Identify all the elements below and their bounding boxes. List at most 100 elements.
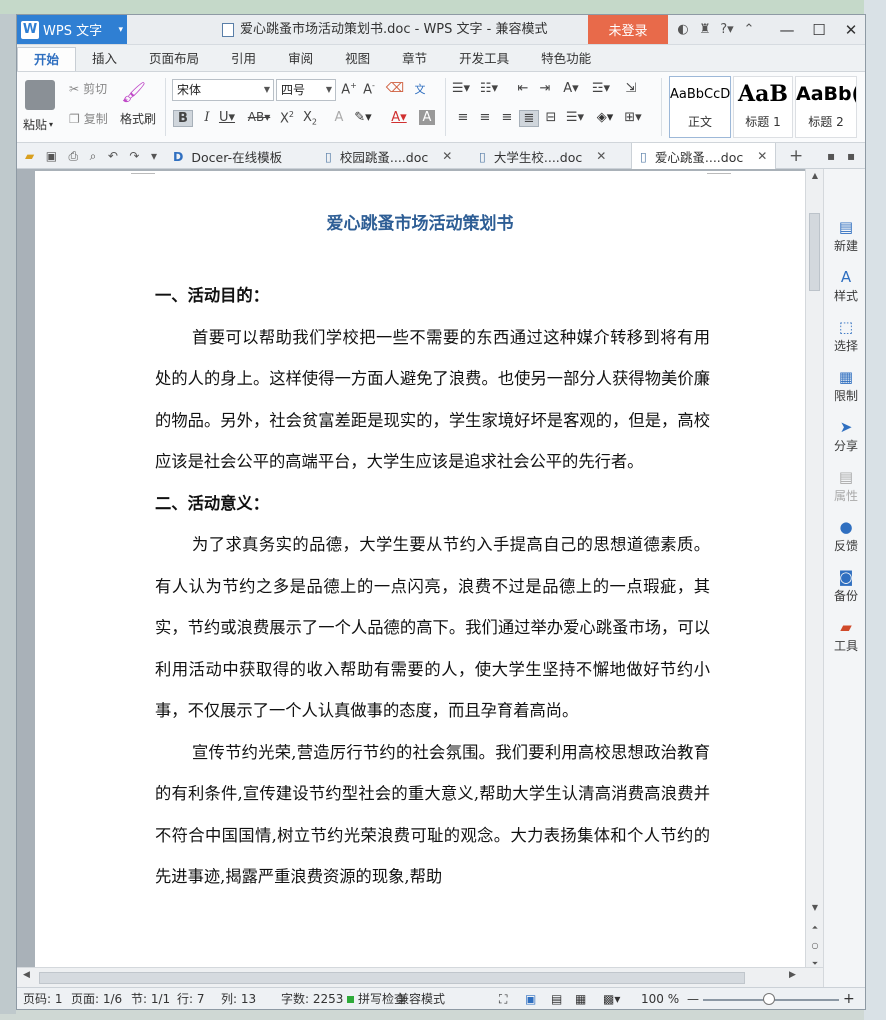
print-icon[interactable]: ⎙ bbox=[69, 149, 79, 164]
zoom-slider-knob[interactable] bbox=[763, 993, 775, 1005]
page-view-icon[interactable]: ▣ bbox=[525, 988, 536, 1009]
side-styles[interactable]: A 样式 bbox=[824, 267, 865, 304]
shading-icon[interactable]: ◈▾ bbox=[595, 110, 615, 125]
justify-icon[interactable]: ≣ bbox=[519, 110, 539, 127]
maximize-icon[interactable]: ☐ bbox=[803, 15, 835, 44]
scroll-thumb[interactable] bbox=[809, 213, 820, 291]
tab-home[interactable]: 开始 bbox=[17, 47, 77, 71]
tab-insert[interactable]: 插入 bbox=[76, 47, 133, 71]
increase-indent-icon[interactable]: ⇥ bbox=[535, 81, 555, 96]
doc-tab-3[interactable]: ▯ 大学生校....doc ✕ bbox=[479, 143, 606, 169]
grow-font-icon[interactable]: A+ bbox=[339, 81, 359, 97]
copy-button[interactable]: ❐ 复制 bbox=[69, 110, 108, 127]
font-name-select[interactable]: 宋体 ▼ bbox=[172, 79, 274, 101]
align-center-icon[interactable]: ≡ bbox=[475, 110, 495, 125]
underline-icon[interactable]: U▾ bbox=[217, 110, 237, 125]
doc-tab-2[interactable]: ▯ 校园跳蚤....doc ✕ bbox=[325, 143, 452, 169]
format-painter-button[interactable]: 格式刷 bbox=[120, 110, 156, 127]
decrease-indent-icon[interactable]: ⇤ bbox=[513, 81, 533, 96]
clear-format-icon[interactable]: ⌫ bbox=[385, 81, 405, 96]
side-restrict[interactable]: ▦ 限制 bbox=[824, 367, 865, 404]
style-heading-1[interactable]: AaB 标题 1 bbox=[733, 76, 793, 138]
side-tools[interactable]: ▰ 工具 bbox=[824, 617, 865, 654]
side-feedback[interactable]: ● 反馈 bbox=[824, 517, 865, 554]
tab-page-layout[interactable]: 页面布局 bbox=[133, 47, 215, 71]
zoom-level[interactable]: 100 % bbox=[641, 988, 679, 1009]
horizontal-scrollbar[interactable]: ◀ ▶ bbox=[17, 967, 823, 987]
web-view-icon[interactable]: ▦ bbox=[575, 988, 586, 1009]
style-normal[interactable]: AaBbCcD 正文 bbox=[669, 76, 731, 138]
new-tab-icon[interactable]: + bbox=[789, 143, 803, 169]
strikethrough-icon[interactable]: AB▾ bbox=[245, 110, 273, 124]
zoom-out-icon[interactable]: — bbox=[687, 988, 699, 1009]
outline-view-icon[interactable]: ▤ bbox=[551, 988, 562, 1009]
tab-references[interactable]: 引用 bbox=[215, 47, 272, 71]
scroll-down-icon[interactable]: ▼ bbox=[806, 903, 824, 912]
more-icon[interactable]: ▾ bbox=[151, 149, 157, 163]
cut-button[interactable]: ✂ 剪切 bbox=[69, 80, 107, 97]
italic-icon[interactable]: I bbox=[197, 110, 217, 125]
collapse-ribbon-icon[interactable]: ⌃ bbox=[738, 22, 760, 37]
tab-section[interactable]: 章节 bbox=[386, 47, 443, 71]
print-preview-icon[interactable]: ⌕ bbox=[90, 149, 97, 164]
tab-special[interactable]: 特色功能 bbox=[525, 47, 607, 71]
save-icon[interactable]: ▣ bbox=[46, 149, 57, 163]
tab-review[interactable]: 审阅 bbox=[272, 47, 329, 71]
open-icon[interactable]: ▰ bbox=[25, 149, 34, 163]
vertical-scrollbar[interactable]: ▲ ▼ ⏶ ○ ⏷ bbox=[805, 169, 823, 987]
bullet-list-icon[interactable]: ☰▾ bbox=[451, 81, 471, 96]
line-spacing-icon[interactable]: ☰▾ bbox=[565, 110, 585, 125]
login-button[interactable]: 未登录 bbox=[588, 15, 668, 44]
close-icon[interactable]: ✕ bbox=[442, 149, 452, 163]
doc-tab-active[interactable]: ▯ 爱心跳蚤....doc ✕ bbox=[631, 143, 777, 169]
font-color-icon[interactable]: A▾ bbox=[389, 110, 409, 125]
side-share[interactable]: ➤ 分享 bbox=[824, 417, 865, 454]
change-case-icon[interactable]: A▾ bbox=[561, 81, 581, 96]
close-icon[interactable]: ✕ bbox=[596, 149, 606, 163]
tab-view[interactable]: 视图 bbox=[329, 47, 386, 71]
bold-icon[interactable]: B bbox=[173, 110, 193, 127]
close-icon[interactable]: ✕ bbox=[757, 149, 767, 163]
text-effect-icon[interactable]: A bbox=[329, 110, 349, 125]
tab-menu-icon[interactable]: ▪ bbox=[847, 143, 855, 169]
align-right-icon[interactable]: ≡ bbox=[497, 110, 517, 125]
style-heading-2[interactable]: AaBb( 标题 2 bbox=[795, 76, 857, 138]
wps-menu-button[interactable]: W WPS 文字 ▾ bbox=[17, 15, 127, 44]
full-screen-icon[interactable]: ⛶ bbox=[499, 988, 507, 1009]
side-properties[interactable]: ▤ 属性 bbox=[824, 467, 865, 504]
shirt-icon[interactable]: ♜ bbox=[694, 22, 716, 37]
status-page-code[interactable]: 页码: 1 bbox=[23, 988, 63, 1009]
scroll-right-icon[interactable]: ▶ bbox=[789, 970, 796, 980]
select-browse-icon[interactable]: ○ bbox=[806, 941, 824, 950]
numbered-list-icon[interactable]: ☷▾ bbox=[479, 81, 499, 96]
borders-icon[interactable]: ⊞▾ bbox=[623, 110, 643, 125]
pinyin-icon[interactable]: 文 bbox=[410, 81, 430, 97]
doc-tab-docer[interactable]: D Docer-在线模板 bbox=[167, 143, 282, 169]
sort-icon[interactable]: ☲▾ bbox=[591, 81, 611, 96]
highlight-icon[interactable]: ✎▾ bbox=[353, 110, 373, 125]
scroll-thumb[interactable] bbox=[39, 972, 745, 984]
superscript-icon[interactable]: X2 bbox=[277, 110, 297, 126]
status-pages[interactable]: 页面: 1/6 bbox=[71, 988, 122, 1009]
align-left-icon[interactable]: ≡ bbox=[453, 110, 473, 125]
tab-developer[interactable]: 开发工具 bbox=[443, 47, 525, 71]
undo-icon[interactable]: ↶ bbox=[108, 149, 118, 163]
paste-button[interactable]: 粘贴 ▾ bbox=[23, 116, 53, 133]
close-icon[interactable]: ✕ bbox=[835, 15, 865, 44]
redo-icon[interactable]: ↷ bbox=[129, 149, 139, 163]
distribute-icon[interactable]: ⊟ bbox=[541, 110, 561, 125]
side-select[interactable]: ⬚ 选择 bbox=[824, 317, 865, 354]
subscript-icon[interactable]: X2 bbox=[300, 110, 320, 127]
zoom-in-icon[interactable]: + bbox=[843, 988, 855, 1009]
scroll-up-icon[interactable]: ▲ bbox=[806, 171, 824, 180]
font-size-select[interactable]: 四号 ▼ bbox=[276, 79, 336, 101]
tab-list-icon[interactable]: ▪ bbox=[827, 143, 835, 169]
skin-icon[interactable]: ◐ bbox=[672, 22, 694, 37]
char-shading-icon[interactable]: A bbox=[419, 110, 435, 125]
status-words[interactable]: 字数: 2253 bbox=[281, 988, 343, 1009]
prev-page-icon[interactable]: ⏶ bbox=[806, 923, 824, 933]
side-new[interactable]: ▤ 新建 bbox=[824, 217, 865, 254]
scroll-left-icon[interactable]: ◀ bbox=[23, 970, 30, 980]
reading-view-icon[interactable]: ▩▾ bbox=[603, 988, 620, 1009]
document-page[interactable]: 爱心跳蚤市场活动策划书 一、活动目的： 首要可以帮助我们学校把一些不需要的东西通… bbox=[35, 171, 805, 985]
